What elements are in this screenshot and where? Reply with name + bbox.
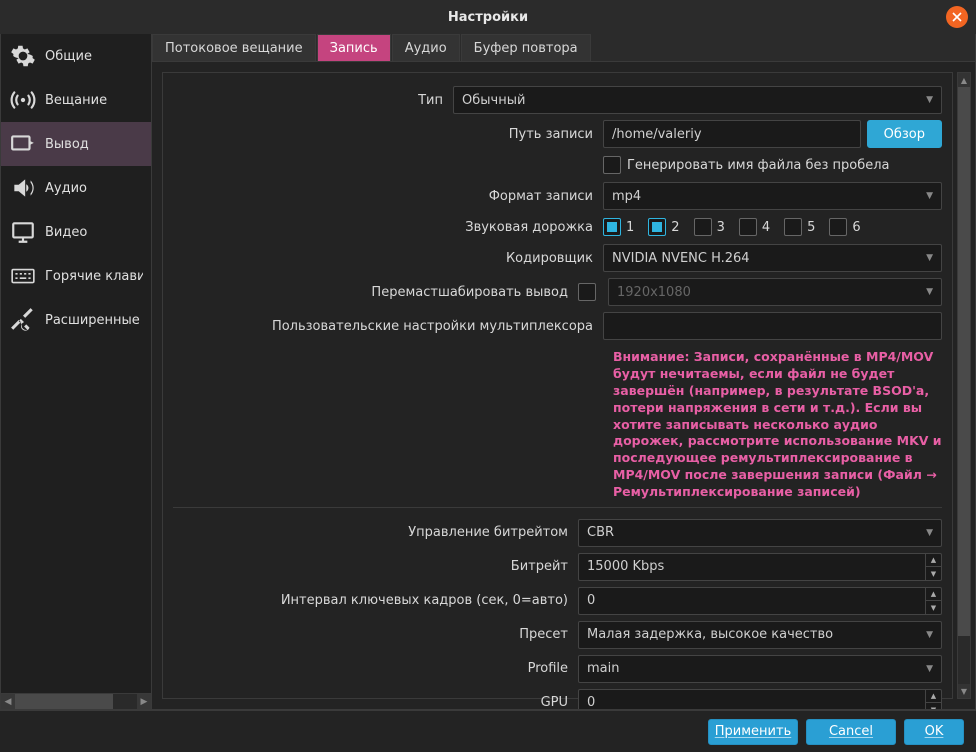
speaker-icon [9, 174, 37, 202]
tab-replay-buffer[interactable]: Буфер повтора [461, 34, 591, 61]
ok-button[interactable]: OK [904, 719, 964, 745]
chevron-down-icon: ▼ [926, 664, 933, 674]
sidebar-item-label: Вещание [45, 93, 107, 108]
muxer-label: Пользовательские настройки мультиплексор… [163, 319, 603, 334]
track-4-checkbox[interactable] [739, 218, 757, 236]
track-1-checkbox[interactable] [603, 218, 621, 236]
step-down-icon[interactable]: ▼ [926, 703, 941, 709]
encoder-select[interactable]: NVIDIA NVENC H.264▼ [603, 244, 942, 272]
keyint-spinbox[interactable]: 0▲▼ [578, 587, 942, 615]
rate-control-select[interactable]: CBR▼ [578, 519, 942, 547]
gear-icon [9, 42, 37, 70]
step-down-icon[interactable]: ▼ [926, 601, 941, 614]
scroll-left-icon[interactable]: ◀ [1, 694, 15, 709]
type-label: Тип [163, 93, 453, 108]
vscroll-thumb[interactable] [958, 87, 970, 636]
output-icon [9, 130, 37, 158]
step-up-icon[interactable]: ▲ [926, 554, 941, 568]
sidebar-item-label: Аудио [45, 181, 87, 196]
path-label: Путь записи [163, 127, 603, 142]
chevron-down-icon: ▼ [926, 95, 933, 105]
encoder-label: Кодировщик [163, 251, 603, 266]
mp4-warning: Внимание: Записи, сохранённые в MP4/MOV … [163, 343, 942, 507]
track-3-checkbox[interactable] [694, 218, 712, 236]
step-up-icon[interactable]: ▲ [926, 690, 941, 704]
sidebar-item-audio[interactable]: Аудио [1, 166, 151, 210]
muxer-input[interactable] [603, 312, 942, 340]
generate-filename-checkbox[interactable] [603, 156, 621, 174]
generate-filename-label: Генерировать имя файла без пробела [627, 158, 890, 173]
profile-select[interactable]: main▼ [578, 655, 942, 683]
close-button[interactable] [946, 6, 968, 28]
chevron-down-icon: ▼ [926, 528, 933, 538]
preset-label: Пресет [163, 627, 578, 642]
track-2-checkbox[interactable] [648, 218, 666, 236]
sidebar-item-stream[interactable]: Вещание [1, 78, 151, 122]
window-title: Настройки [448, 10, 528, 25]
type-select[interactable]: Обычный▼ [453, 86, 942, 114]
content-vscrollbar[interactable]: ▲ ▼ [957, 72, 971, 699]
sidebar-item-label: Расширенные [45, 313, 140, 328]
track-5-checkbox[interactable] [784, 218, 802, 236]
sidebar-item-label: Горячие клавиши [45, 269, 143, 284]
footer: Применить Cancel OK [0, 710, 976, 752]
sidebar-item-general[interactable]: Общие [1, 34, 151, 78]
step-up-icon[interactable]: ▲ [926, 588, 941, 602]
sidebar-item-label: Общие [45, 49, 92, 64]
close-icon [952, 12, 962, 22]
chevron-down-icon: ▼ [926, 287, 933, 297]
tab-recording[interactable]: Запись [317, 34, 391, 61]
browse-button[interactable]: Обзор [867, 120, 942, 148]
tracks-label: Звуковая дорожка [163, 220, 603, 235]
sidebar-hscrollbar[interactable]: ◀ ▶ [1, 693, 151, 709]
chevron-down-icon: ▼ [926, 253, 933, 263]
step-down-icon[interactable]: ▼ [926, 567, 941, 580]
recording-path-input[interactable]: /home/valeriy [603, 120, 861, 148]
broadcast-icon [9, 86, 37, 114]
sidebar-item-advanced[interactable]: Расширенные [1, 298, 151, 342]
cancel-button[interactable]: Cancel [806, 719, 896, 745]
chevron-down-icon: ▼ [926, 191, 933, 201]
keyint-label: Интервал ключевых кадров (сек, 0=авто) [163, 593, 578, 608]
tab-audio[interactable]: Аудио [392, 34, 460, 61]
bitrate-spinbox[interactable]: 15000 Kbps▲▼ [578, 553, 942, 581]
rescale-label: Перемастшабировать вывод [163, 285, 578, 300]
profile-label: Profile [163, 661, 578, 676]
sidebar-item-label: Видео [45, 225, 87, 240]
scroll-thumb[interactable] [15, 694, 113, 709]
preset-select[interactable]: Малая задержка, высокое качество▼ [578, 621, 942, 649]
tabbar: Потоковое вещание Запись Аудио Буфер пов… [152, 34, 975, 62]
sidebar: Общие Вещание Вывод Аудио Видео Горячие … [0, 34, 152, 710]
bitrate-label: Битрейт [163, 559, 578, 574]
gpu-spinbox[interactable]: 0▲▼ [578, 689, 942, 709]
chevron-down-icon: ▼ [926, 630, 933, 640]
keyboard-icon [9, 262, 37, 290]
monitor-icon [9, 218, 37, 246]
tab-streaming[interactable]: Потоковое вещание [152, 34, 316, 61]
content-panel: Потоковое вещание Запись Аудио Буфер пов… [152, 34, 976, 710]
track-6-checkbox[interactable] [829, 218, 847, 236]
titlebar: Настройки [0, 0, 976, 34]
scroll-right-icon[interactable]: ▶ [137, 694, 151, 709]
scroll-down-icon[interactable]: ▼ [958, 684, 970, 698]
format-select[interactable]: mp4▼ [603, 182, 942, 210]
tools-icon [9, 306, 37, 334]
format-label: Формат записи [163, 189, 603, 204]
sidebar-item-hotkeys[interactable]: Горячие клавиши [1, 254, 151, 298]
sidebar-item-output[interactable]: Вывод [1, 122, 151, 166]
apply-button[interactable]: Применить [708, 719, 798, 745]
sidebar-item-label: Вывод [45, 137, 89, 152]
rescale-select[interactable]: 1920x1080▼ [608, 278, 942, 306]
rate-control-label: Управление битрейтом [163, 525, 578, 540]
gpu-label: GPU [163, 695, 578, 709]
rescale-checkbox[interactable] [578, 283, 596, 301]
sidebar-item-video[interactable]: Видео [1, 210, 151, 254]
scroll-up-icon[interactable]: ▲ [958, 73, 970, 87]
